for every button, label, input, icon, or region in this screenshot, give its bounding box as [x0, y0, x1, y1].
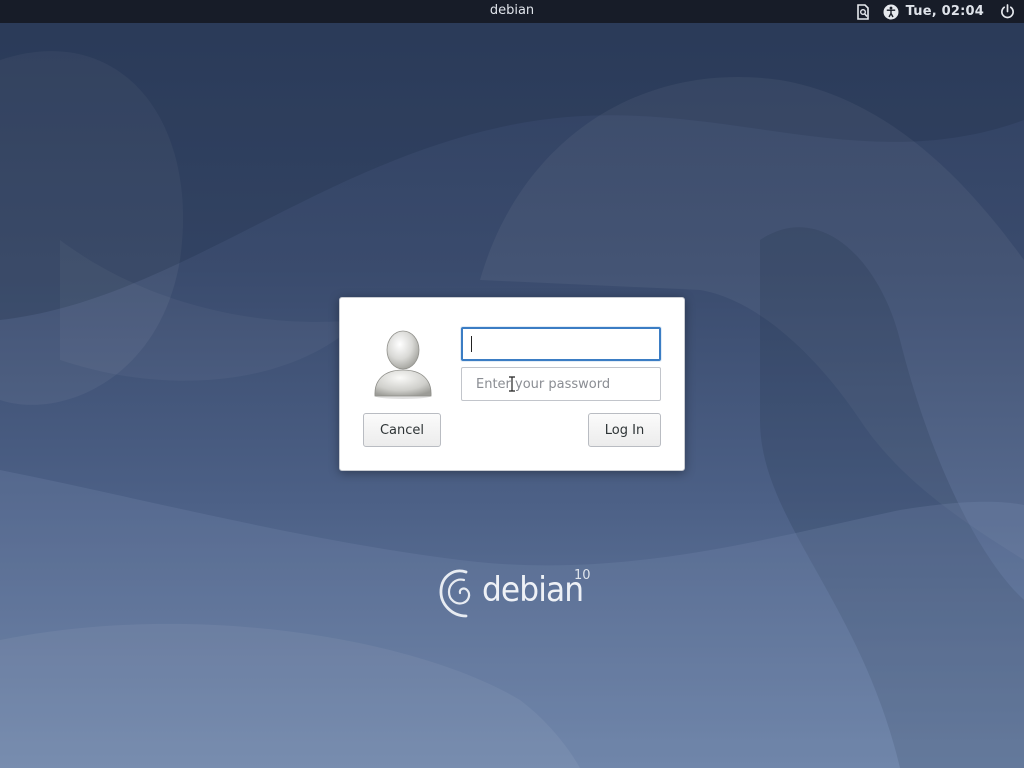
password-field[interactable]	[461, 367, 661, 401]
login-dialog: Cancel Log In	[339, 297, 685, 471]
username-field[interactable]	[461, 327, 661, 361]
power-icon[interactable]	[998, 3, 1016, 21]
login-button[interactable]: Log In	[588, 413, 661, 447]
keyboard-layout-icon[interactable]	[854, 3, 872, 21]
logo-wordmark: debian	[482, 570, 584, 610]
text-caret	[471, 336, 472, 352]
cancel-button[interactable]: Cancel	[363, 413, 441, 447]
top-bar: debian Tue, 02:04	[0, 0, 1024, 23]
system-status-area[interactable]: Tue, 02:04	[844, 2, 1016, 21]
accessibility-icon[interactable]	[882, 3, 900, 21]
debian-logo: debian 10	[436, 560, 596, 620]
clock[interactable]: Tue, 02:04	[906, 4, 984, 19]
login-screen: debian Tue, 02:04 Cancel Log In debian 1…	[0, 0, 1024, 768]
text-cursor-icon	[509, 376, 515, 392]
user-avatar-icon	[374, 330, 432, 399]
debian-swirl-icon	[439, 569, 471, 618]
version-label: 10	[574, 568, 591, 583]
